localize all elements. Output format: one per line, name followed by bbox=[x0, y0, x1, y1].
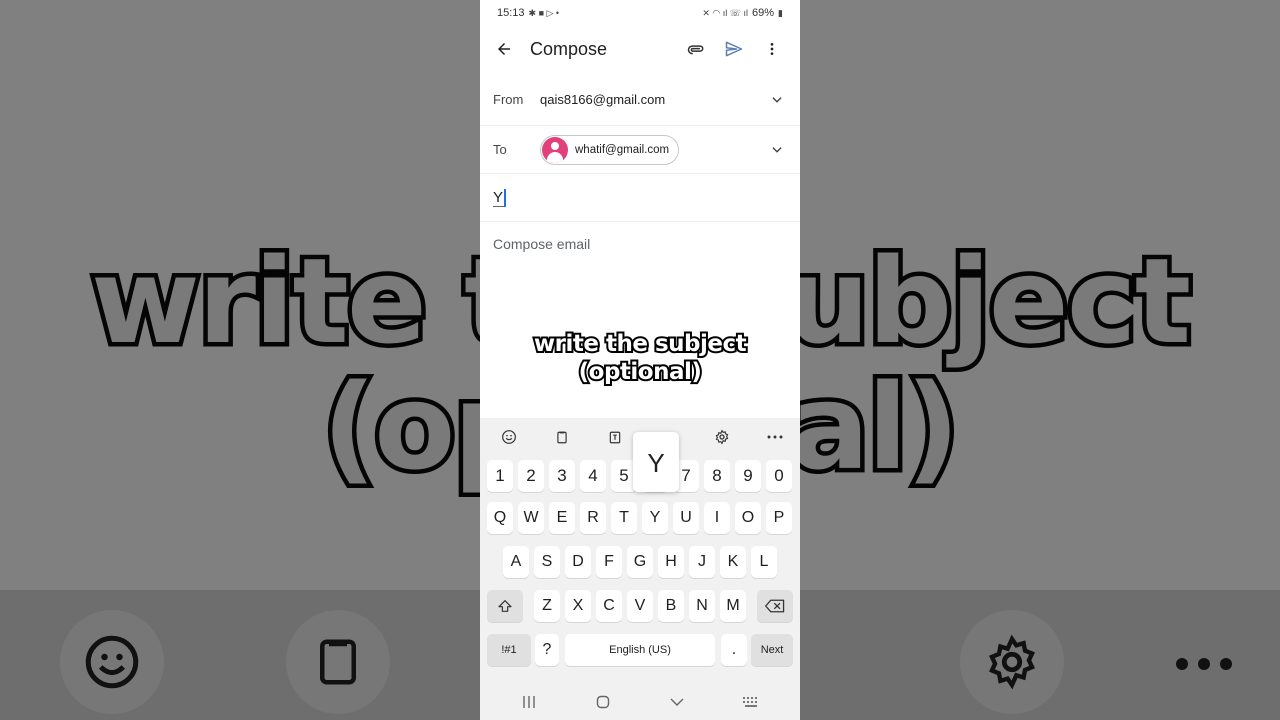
hide-keyboard-icon[interactable] bbox=[662, 690, 692, 714]
shift-icon bbox=[498, 600, 512, 612]
system-nav-bar bbox=[480, 684, 800, 720]
extract-text-icon[interactable] bbox=[604, 426, 626, 448]
space-key[interactable]: English (US) bbox=[565, 634, 715, 666]
backspace-key[interactable] bbox=[757, 590, 793, 622]
compose-app-bar: Compose bbox=[480, 26, 800, 72]
caption-line2: (optional) bbox=[577, 357, 704, 387]
key-l[interactable]: L bbox=[751, 546, 777, 578]
more-vert-icon[interactable] bbox=[756, 33, 788, 65]
status-notification-icons: ✱ ■ ▷ • bbox=[528, 7, 560, 18]
key-a[interactable]: A bbox=[503, 546, 529, 578]
key-g[interactable]: G bbox=[627, 546, 653, 578]
background-clipboard-icon bbox=[286, 610, 390, 714]
key-t[interactable]: T bbox=[611, 502, 637, 534]
key-v[interactable]: V bbox=[627, 590, 653, 622]
video-caption: write the subject (optional) bbox=[480, 329, 800, 387]
key-r[interactable]: R bbox=[580, 502, 606, 534]
key-2[interactable]: 2 bbox=[518, 460, 544, 492]
key-q[interactable]: Q bbox=[487, 502, 513, 534]
from-row[interactable]: From qais8166@gmail.com bbox=[480, 74, 800, 126]
caption-line1: write the subject bbox=[532, 329, 749, 359]
home-icon[interactable] bbox=[588, 690, 618, 714]
from-label: From bbox=[493, 92, 524, 107]
keyboard-more-icon[interactable] bbox=[764, 426, 786, 448]
key-n[interactable]: N bbox=[689, 590, 715, 622]
status-time: 15:13 bbox=[497, 7, 525, 19]
chevron-down-icon[interactable] bbox=[767, 140, 787, 160]
key-i[interactable]: I bbox=[704, 502, 730, 534]
recent-apps-icon[interactable] bbox=[514, 690, 544, 714]
key-w[interactable]: W bbox=[518, 502, 544, 534]
subject-field[interactable]: Y bbox=[480, 174, 800, 222]
send-icon[interactable] bbox=[718, 33, 750, 65]
key-k[interactable]: K bbox=[720, 546, 746, 578]
key-o[interactable]: O bbox=[735, 502, 761, 534]
background-smiley-icon bbox=[60, 610, 164, 714]
key-d[interactable]: D bbox=[565, 546, 591, 578]
key-e[interactable]: E bbox=[549, 502, 575, 534]
keyboard-settings-icon[interactable] bbox=[711, 426, 733, 448]
clipboard-icon[interactable] bbox=[551, 426, 573, 448]
keyboard-switch-icon[interactable] bbox=[736, 690, 766, 714]
key-3[interactable]: 3 bbox=[549, 460, 575, 492]
chevron-down-icon[interactable] bbox=[767, 90, 787, 110]
status-signal-icons: ✕ ◠ ıl ☏ ıl bbox=[702, 7, 749, 18]
next-key[interactable]: Next bbox=[751, 634, 793, 666]
status-bar: 15:13 ✱ ■ ▷ • ✕ ◠ ıl ☏ ıl 69% ▮ bbox=[480, 0, 800, 26]
key-preview-popup: Y bbox=[633, 432, 679, 492]
subject-input[interactable]: Y bbox=[493, 188, 507, 207]
key-h[interactable]: H bbox=[658, 546, 684, 578]
attach-icon[interactable] bbox=[680, 33, 712, 65]
on-screen-keyboard: Y 1234567890QWERTYUIOPASDFGHJKLZXCVBNM!#… bbox=[480, 418, 800, 720]
battery-level: 69% bbox=[752, 7, 775, 19]
recipient-chip[interactable]: whatif@gmail.com bbox=[540, 134, 680, 165]
from-address: qais8166@gmail.com bbox=[540, 92, 666, 107]
to-label: To bbox=[493, 142, 507, 157]
key-b[interactable]: B bbox=[658, 590, 684, 622]
background-more-icon bbox=[1176, 652, 1236, 676]
battery-icon: ▮ bbox=[778, 7, 783, 18]
recipient-address: whatif@gmail.com bbox=[575, 143, 670, 156]
symbols-key[interactable]: !#1 bbox=[487, 634, 531, 666]
key-1[interactable]: 1 bbox=[487, 460, 513, 492]
key-u[interactable]: U bbox=[673, 502, 699, 534]
key-m[interactable]: M bbox=[720, 590, 746, 622]
key-0[interactable]: 0 bbox=[766, 460, 792, 492]
key-x[interactable]: X bbox=[565, 590, 591, 622]
backspace-icon bbox=[765, 599, 785, 613]
key-s[interactable]: S bbox=[534, 546, 560, 578]
page-title: Compose bbox=[530, 38, 608, 59]
key-f[interactable]: F bbox=[596, 546, 622, 578]
key-9[interactable]: 9 bbox=[735, 460, 761, 492]
key-4[interactable]: 4 bbox=[580, 460, 606, 492]
emoji-icon[interactable] bbox=[498, 426, 520, 448]
key-c[interactable]: C bbox=[596, 590, 622, 622]
to-row[interactable]: To whatif@gmail.com bbox=[480, 126, 800, 174]
body-placeholder: Compose email bbox=[493, 236, 591, 252]
key-period[interactable]: . bbox=[721, 634, 747, 666]
key-p[interactable]: P bbox=[766, 502, 792, 534]
avatar bbox=[542, 136, 568, 163]
key-y[interactable]: Y bbox=[642, 502, 668, 534]
key-z[interactable]: Z bbox=[534, 590, 560, 622]
key-8[interactable]: 8 bbox=[704, 460, 730, 492]
key-question[interactable]: ? bbox=[535, 634, 559, 666]
shift-key[interactable] bbox=[487, 590, 523, 622]
key-j[interactable]: J bbox=[689, 546, 715, 578]
background-settings-icon bbox=[960, 610, 1064, 714]
back-arrow-icon[interactable] bbox=[492, 37, 516, 61]
